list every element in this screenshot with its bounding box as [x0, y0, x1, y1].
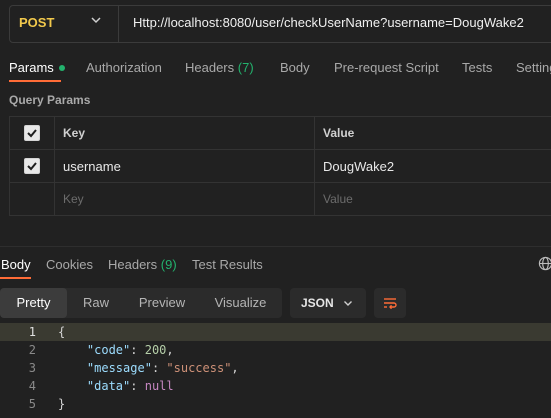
tab-response-headers-label: Headers [108, 257, 158, 272]
new-value-input[interactable]: Value [314, 182, 551, 216]
json-key: "message" [86, 361, 152, 375]
column-header-value: Value [314, 116, 551, 150]
column-header-key: Key [54, 116, 315, 150]
code-line: "code": 200, [86, 343, 174, 357]
line-number: 4 [28, 379, 36, 393]
json-key: "code" [86, 343, 131, 357]
table-row-empty: Key Value [9, 182, 551, 216]
table-row: username DougWake2 [9, 149, 551, 183]
wrap-lines-icon [384, 298, 397, 310]
line-number: 1 [28, 325, 36, 339]
tab-response-headers[interactable]: Headers (9) [108, 257, 177, 272]
visualize-button[interactable]: Visualize [199, 288, 282, 318]
method-select[interactable]: POST [19, 15, 54, 30]
chevron-down-icon[interactable] [90, 14, 102, 26]
globe-icon[interactable] [538, 256, 551, 271]
empty-checkbox-cell [9, 182, 55, 216]
tab-pre-request-script[interactable]: Pre-request Script [334, 60, 439, 75]
tab-headers-label: Headers [185, 60, 235, 75]
query-params-table: Key Value username DougWake2 Key Value [9, 116, 551, 216]
json-open-brace: { [58, 325, 66, 339]
tab-headers[interactable]: Headers (7) [185, 60, 254, 75]
select-all-checkbox[interactable] [24, 125, 40, 142]
tab-tests[interactable]: Tests [462, 60, 492, 75]
tab-settings[interactable]: Settings [516, 60, 551, 75]
query-params-title: Query Params [9, 93, 91, 107]
chevron-down-icon [344, 301, 352, 306]
tab-params[interactable]: Params [9, 60, 65, 75]
line-number: 3 [28, 361, 36, 375]
preview-button[interactable]: Preview [125, 288, 199, 318]
json-value: 200 [144, 343, 167, 357]
json-value: null [144, 379, 174, 393]
code-line: "message": "success", [86, 361, 239, 375]
tab-params-label: Params [9, 60, 54, 75]
code-line: "data": null [86, 379, 174, 393]
active-tab-indicator [9, 80, 61, 82]
url-input[interactable]: Http://localhost:8080/user/checkUserName… [133, 15, 524, 30]
tab-authorization[interactable]: Authorization [86, 60, 162, 75]
header-checkbox-cell [9, 116, 55, 150]
new-key-input[interactable]: Key [54, 182, 315, 216]
tab-response-body[interactable]: Body [1, 257, 31, 272]
current-line-highlight [0, 323, 551, 341]
row-checkbox-cell [9, 149, 55, 183]
tab-test-results[interactable]: Test Results [192, 257, 263, 272]
json-key: "data" [86, 379, 131, 393]
active-dot-icon [58, 64, 65, 71]
line-number: 5 [28, 397, 36, 411]
active-response-tab-indicator [0, 277, 31, 279]
tab-cookies[interactable]: Cookies [46, 257, 93, 272]
headers-count: (7) [237, 60, 254, 75]
param-value-cell[interactable]: DougWake2 [314, 149, 551, 183]
format-select-label: JSON [301, 296, 334, 310]
raw-button[interactable]: Raw [67, 288, 125, 318]
param-enabled-checkbox[interactable] [24, 158, 40, 175]
table-header-row: Key Value [9, 116, 551, 150]
json-close-brace: } [58, 397, 66, 411]
tab-body[interactable]: Body [280, 60, 310, 75]
response-headers-count: (9) [160, 257, 177, 272]
pane-divider[interactable] [0, 246, 551, 247]
param-key-cell[interactable]: username [54, 149, 315, 183]
pretty-button[interactable]: Pretty [0, 288, 67, 318]
json-value: "success" [166, 361, 232, 375]
code-line: { [58, 325, 65, 339]
divider [118, 6, 119, 42]
line-number: 2 [28, 343, 36, 357]
code-line: } [58, 397, 65, 411]
